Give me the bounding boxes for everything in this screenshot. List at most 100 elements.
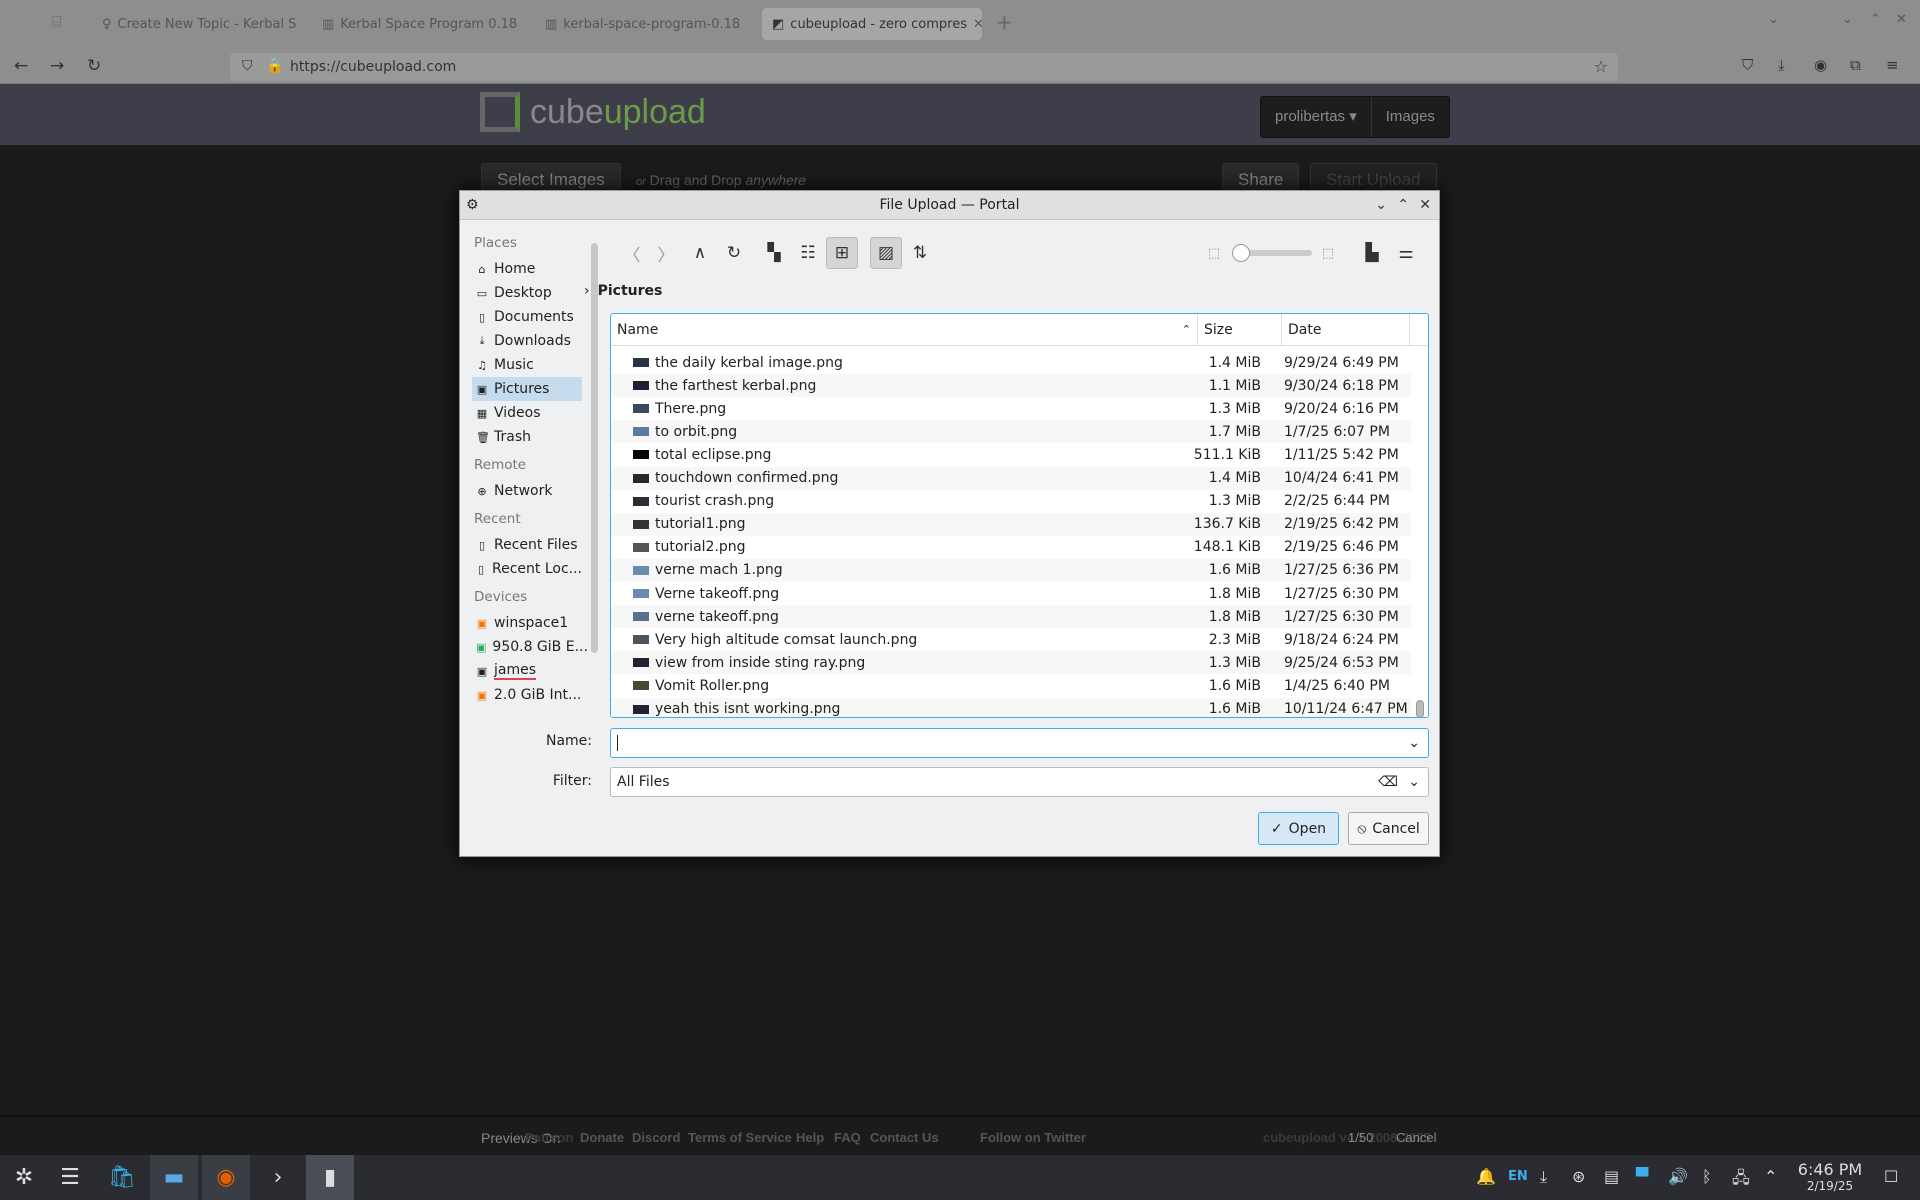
cancel-button[interactable]: ⦸ Cancel — [1348, 812, 1429, 845]
cubeupload-logo[interactable]: cubeupload — [480, 92, 706, 132]
network-icon[interactable]: 🖧 — [1732, 1167, 1750, 1194]
file-row[interactable]: touchdown confirmed.png 1.4 MiB 10/4/24 6:… — [611, 466, 1411, 490]
sidebar-item-home[interactable]: ⌂ Home — [472, 257, 582, 281]
sidebar-item-2-0-gib-int[interactable]: ▣ 2.0 GiB Int... — [472, 683, 582, 707]
zoom-slider[interactable] — [1232, 244, 1312, 262]
file-row[interactable]: tourist crash.png 1.3 MiB 2/2/25 6:44 PM — [611, 490, 1411, 513]
keyboard-layout[interactable]: EN — [1508, 1169, 1528, 1184]
pocket-icon[interactable]: ⛉ — [1742, 56, 1753, 74]
discover-icon[interactable]: 🛍 — [98, 1155, 146, 1200]
account-icon[interactable]: ◉ — [1814, 56, 1827, 74]
filename-input[interactable]: ⌄ — [610, 728, 1429, 758]
footer-link-tos[interactable]: Terms of Service — [688, 1130, 792, 1145]
file-row[interactable]: view from inside sting ray.png 1.3 MiB 9/2… — [611, 651, 1411, 675]
tab-list-icon[interactable]: ⌄ — [1768, 12, 1779, 27]
back-icon[interactable]: ← — [14, 56, 28, 76]
clipboard-icon[interactable]: ▤ — [1604, 1167, 1619, 1186]
new-folder-icon[interactable]: ▙ — [1356, 237, 1388, 269]
tab-create-topic[interactable]: ♀Create New Topic - Kerbal S✕ — [92, 8, 302, 40]
menu-icon[interactable]: ≡ — [1886, 56, 1899, 74]
tab-ksp-1[interactable]: ▥Kerbal Space Program 0.18✕ — [312, 8, 522, 40]
chat-icon[interactable]: ▀ — [1636, 1167, 1648, 1186]
filter-combobox[interactable]: All Files ⌫ ⌄ — [610, 767, 1429, 797]
chevron-down-icon[interactable]: ⌄ — [1408, 768, 1420, 796]
file-row[interactable]: tutorial2.png 148.1 KiB 2/19/25 6:46 PM — [611, 536, 1411, 559]
zoom-out-icon[interactable]: ⬚ — [1198, 237, 1230, 269]
file-manager-icon[interactable]: ▬ — [150, 1155, 198, 1200]
sidebar-item-desktop[interactable]: ▭ Desktop — [472, 281, 582, 305]
footer-link-twitter[interactable]: Follow on Twitter — [980, 1130, 1086, 1145]
parent-folder-icon[interactable]: ∧ — [684, 237, 716, 269]
bookmark-star-icon[interactable]: ☆ — [1594, 57, 1608, 76]
minimize-icon[interactable]: ⌄ — [1375, 191, 1387, 220]
maximize-icon[interactable]: ⌃ — [1397, 191, 1409, 220]
footer-cancel[interactable]: Cancel — [1396, 1130, 1436, 1145]
app-launcher-icon[interactable]: ✲ — [0, 1155, 48, 1200]
url-bar[interactable]: ⛉ 🔒 https://cubeupload.com ☆ — [230, 53, 1618, 81]
options-icon[interactable]: ⚌ — [1390, 237, 1422, 269]
updates-icon[interactable]: ⊛ — [1572, 1167, 1585, 1186]
zoom-in-icon[interactable]: ⬚ — [1312, 237, 1344, 269]
file-row[interactable]: tutorial1.png 136.7 KiB 2/19/25 6:42 PM — [611, 512, 1411, 536]
new-tab-icon[interactable]: + — [996, 10, 1013, 34]
forward-icon[interactable]: 〉 — [650, 237, 682, 269]
downloads-icon[interactable]: ⤓ — [1540, 1167, 1547, 1187]
tree-view-icon[interactable]: ⊞ — [826, 237, 858, 269]
footer-link-contact[interactable]: Contact Us — [870, 1130, 939, 1145]
terminal-icon[interactable]: › — [254, 1155, 302, 1200]
sidebar-item-recent-files[interactable]: ▯ Recent Files — [472, 533, 582, 557]
sidebar-item-videos[interactable]: ▦ Videos — [472, 401, 582, 425]
footer-link-help[interactable]: Help — [796, 1130, 824, 1145]
tab-overview-icon[interactable]: ⌸ — [52, 12, 62, 32]
tray-expand-icon[interactable]: ⌃ — [1764, 1167, 1777, 1186]
column-size[interactable]: Size — [1198, 314, 1282, 345]
file-row[interactable]: yeah this isnt working.png 1.6 MiB 10/11/2… — [611, 697, 1411, 717]
file-row[interactable]: Vomit Roller.png 1.6 MiB 1/4/25 6:40 PM — [611, 674, 1411, 697]
file-list[interactable]: Name ⌃ Size Date the daily kerbal image.p… — [610, 313, 1429, 718]
back-icon[interactable]: 〈 — [616, 237, 648, 269]
sidebar-item-music[interactable]: ♫ Music — [472, 353, 582, 377]
file-row[interactable]: verne mach 1.png 1.6 MiB 1/27/25 6:36 PM — [611, 558, 1411, 582]
archive-app-icon[interactable]: ▮ — [306, 1155, 354, 1200]
reload-icon[interactable]: ↻ — [718, 237, 750, 269]
images-button[interactable]: Images — [1370, 97, 1449, 137]
file-row[interactable]: the daily kerbal image.png 1.4 MiB 9/29/24… — [611, 351, 1411, 374]
firefox-icon[interactable]: ◉ — [202, 1155, 250, 1200]
downloads-icon[interactable]: ⤓ — [1778, 56, 1785, 74]
sort-icon[interactable]: ⇅ — [904, 237, 936, 269]
compact-view-icon[interactable]: ☷ — [792, 237, 824, 269]
file-row[interactable]: the farthest kerbal.png 1.1 MiB 9/30/24 6:… — [611, 374, 1411, 398]
footer-link-patreon[interactable]: Patreon — [525, 1130, 573, 1145]
close-window-icon[interactable]: ✕ — [1896, 12, 1907, 27]
reload-icon[interactable]: ↻ — [87, 56, 101, 76]
file-row[interactable]: There.png 1.3 MiB 9/20/24 6:16 PM — [611, 397, 1411, 420]
user-menu-button[interactable]: prolibertas ▾ — [1261, 97, 1371, 137]
column-date[interactable]: Date — [1282, 314, 1410, 345]
preview-toggle-icon[interactable]: ▨ — [870, 237, 902, 269]
show-desktop-icon[interactable]: ☐ — [1884, 1167, 1898, 1186]
file-row[interactable]: total eclipse.png 511.1 KiB 1/11/25 5:42 P… — [611, 443, 1411, 466]
icon-view-icon[interactable]: ▚ — [758, 237, 790, 269]
volume-icon[interactable]: 🔊 — [1668, 1167, 1688, 1186]
close-icon[interactable]: ✕ — [1419, 191, 1431, 220]
footer-link-discord[interactable]: Discord — [632, 1130, 680, 1145]
extensions-icon[interactable]: ⧉ — [1850, 56, 1861, 74]
sidebar-scrollbar[interactable] — [591, 243, 598, 653]
file-row[interactable]: Very high altitude comsat launch.png 2.3 … — [611, 628, 1411, 651]
close-tab-icon[interactable]: ✕ — [973, 17, 982, 32]
bluetooth-icon[interactable]: ᛒ — [1702, 1167, 1712, 1186]
tab-ksp-2[interactable]: ▥kerbal-space-program-0.18✕ — [535, 8, 745, 40]
file-list-scrollbar[interactable] — [1416, 700, 1424, 717]
notifications-icon[interactable]: 🔔 — [1476, 1167, 1496, 1186]
footer-link-donate[interactable]: Donate — [580, 1130, 624, 1145]
open-button[interactable]: ✓ Open — [1258, 812, 1339, 845]
sidebar-item-950-8-gib-e[interactable]: ▣ 950.8 GiB E... — [472, 635, 588, 659]
system-settings-icon[interactable]: ☰ — [46, 1155, 94, 1200]
tab-cubeupload[interactable]: ◩ cubeupload - zero compres ✕ — [762, 8, 982, 40]
file-row[interactable]: Verne takeoff.png 1.8 MiB 1/27/25 6:30 PM — [611, 582, 1411, 605]
chevron-down-icon[interactable]: ⌄ — [1408, 729, 1420, 757]
sidebar-item-downloads[interactable]: ⤓ Downloads — [472, 329, 582, 353]
breadcrumb[interactable]: › Pictures — [584, 283, 662, 299]
sidebar-item-documents[interactable]: ▯ Documents — [472, 305, 582, 329]
sidebar-item-pictures[interactable]: ▣ Pictures — [472, 377, 582, 401]
